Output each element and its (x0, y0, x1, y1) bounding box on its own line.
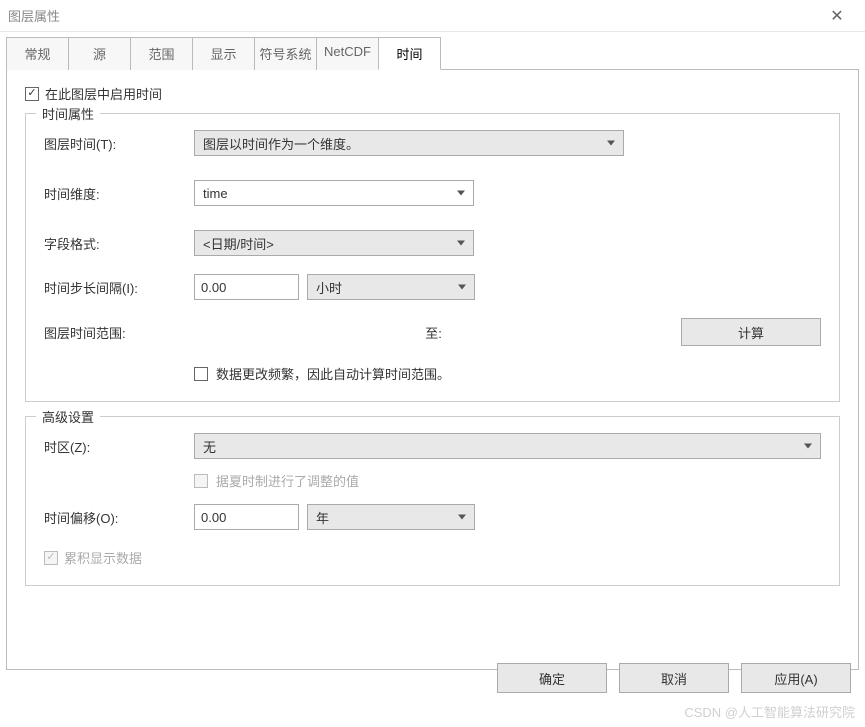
timezone-value: 无 (203, 437, 216, 456)
time-dim-value: time (203, 186, 228, 201)
offset-unit: 年 (316, 508, 329, 527)
freq-change-checkbox[interactable] (194, 367, 208, 381)
dst-checkbox (194, 474, 208, 488)
field-format-value: <日期/时间> (203, 234, 274, 253)
cumulative-label: 累积显示数据 (64, 548, 142, 567)
field-format-label: 字段格式: (44, 234, 194, 253)
time-range-to-label: 至: (194, 323, 673, 342)
tab-display[interactable]: 显示 (192, 37, 255, 70)
tab-symbology[interactable]: 符号系统 (254, 37, 317, 70)
chevron-down-icon (804, 444, 812, 449)
watermark: CSDN @人工智能算法研究院 (684, 702, 855, 721)
time-dim-label: 时间维度: (44, 184, 194, 203)
title-bar: 图层属性 ✕ (0, 0, 865, 32)
advanced-group: 高级设置 时区(Z): 无 据夏时制进行了调整的值 时间偏移(O): 0.00 (25, 416, 840, 586)
step-interval-value: 0.00 (201, 280, 226, 295)
dialog-footer: 确定 取消 应用(A) (497, 663, 851, 693)
timezone-select[interactable]: 无 (194, 433, 821, 459)
offset-input[interactable]: 0.00 (194, 504, 299, 530)
chevron-down-icon (458, 285, 466, 290)
time-properties-legend: 时间属性 (36, 104, 100, 123)
chevron-down-icon (607, 141, 615, 146)
tab-source[interactable]: 源 (68, 37, 131, 70)
tab-time[interactable]: 时间 (378, 37, 441, 70)
offset-value: 0.00 (201, 510, 226, 525)
step-interval-input[interactable]: 0.00 (194, 274, 299, 300)
cumulative-checkbox (44, 551, 58, 565)
tab-netcdf[interactable]: NetCDF (316, 37, 379, 70)
time-range-label: 图层时间范围: (44, 323, 194, 342)
chevron-down-icon (457, 191, 465, 196)
field-format-select[interactable]: <日期/时间> (194, 230, 474, 256)
apply-button[interactable]: 应用(A) (741, 663, 851, 693)
layer-time-value: 图层以时间作为一个维度。 (203, 134, 359, 153)
time-dim-select[interactable]: time (194, 180, 474, 206)
timezone-label: 时区(Z): (44, 437, 194, 456)
advanced-legend: 高级设置 (36, 407, 100, 426)
enable-time-label: 在此图层中启用时间 (45, 84, 162, 103)
tab-content: 在此图层中启用时间 时间属性 图层时间(T): 图层以时间作为一个维度。 时间维… (6, 70, 859, 670)
tab-strip: 常规 源 范围 显示 符号系统 NetCDF 时间 (6, 36, 859, 70)
close-icon[interactable]: ✕ (817, 6, 857, 26)
offset-label: 时间偏移(O): (44, 508, 194, 527)
step-interval-label: 时间步长间隔(I): (44, 278, 194, 297)
tab-extent[interactable]: 范围 (130, 37, 193, 70)
dst-label: 据夏时制进行了调整的值 (216, 471, 359, 490)
ok-button[interactable]: 确定 (497, 663, 607, 693)
time-properties-group: 时间属性 图层时间(T): 图层以时间作为一个维度。 时间维度: time 字段… (25, 113, 840, 402)
step-interval-unit: 小时 (316, 278, 342, 297)
enable-time-checkbox[interactable] (25, 87, 39, 101)
window-title: 图层属性 (8, 6, 817, 25)
chevron-down-icon (457, 241, 465, 246)
step-interval-unit-select[interactable]: 小时 (307, 274, 475, 300)
offset-unit-select[interactable]: 年 (307, 504, 475, 530)
calculate-button[interactable]: 计算 (681, 318, 821, 346)
layer-time-label: 图层时间(T): (44, 134, 194, 153)
cancel-button[interactable]: 取消 (619, 663, 729, 693)
freq-change-label: 数据更改频繁，因此自动计算时间范围。 (216, 364, 450, 383)
chevron-down-icon (458, 515, 466, 520)
layer-time-select[interactable]: 图层以时间作为一个维度。 (194, 130, 624, 156)
tab-general[interactable]: 常规 (6, 37, 69, 70)
